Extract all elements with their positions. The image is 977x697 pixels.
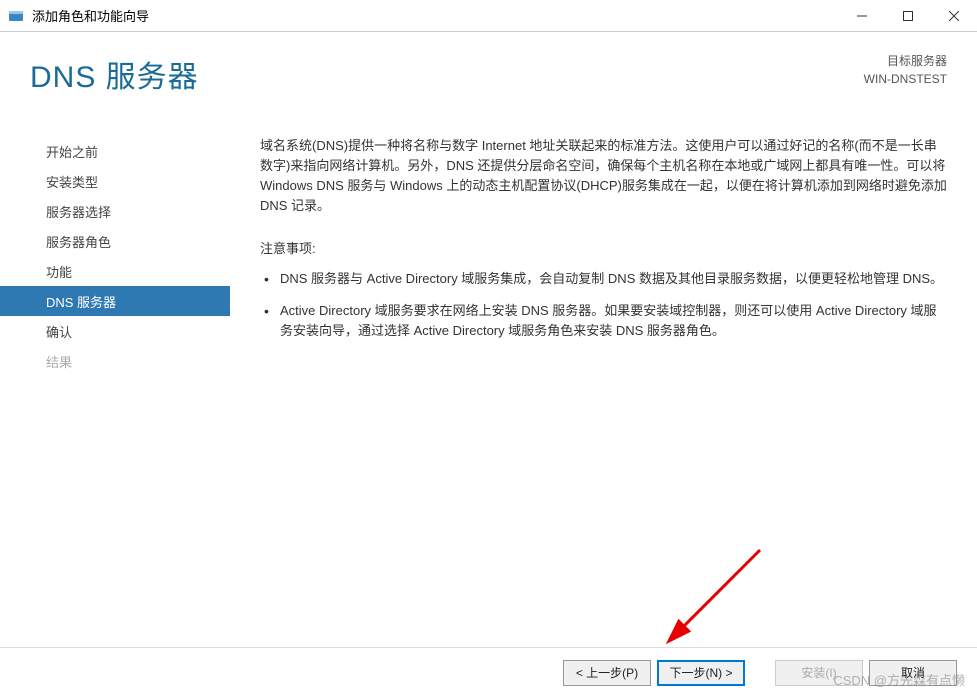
nav-confirmation[interactable]: 确认 [0, 316, 230, 346]
nav-results: 结果 [0, 346, 230, 376]
close-button[interactable] [931, 0, 977, 31]
notes-list: DNS 服务器与 Active Directory 域服务集成，会自动复制 DN… [260, 269, 947, 341]
target-server-name: WIN-DNSTEST [864, 70, 947, 88]
titlebar: 添加角色和功能向导 [0, 0, 977, 32]
next-button[interactable]: 下一步(N) > [657, 660, 745, 686]
previous-button[interactable]: < 上一步(P) [563, 660, 651, 686]
note-item: Active Directory 域服务要求在网络上安装 DNS 服务器。如果要… [264, 301, 947, 341]
cancel-button[interactable]: 取消 [869, 660, 957, 686]
nav-features[interactable]: 功能 [0, 256, 230, 286]
install-button: 安装(I) [775, 660, 863, 686]
target-server-block: 目标服务器 WIN-DNSTEST [864, 52, 947, 88]
nav-dns-server[interactable]: DNS 服务器 [0, 286, 230, 316]
nav-before-you-begin[interactable]: 开始之前 [0, 136, 230, 166]
body: 开始之前 安装类型 服务器选择 服务器角色 功能 DNS 服务器 确认 结果 域… [0, 132, 977, 647]
description-text: 域名系统(DNS)提供一种将名称与数字 Internet 地址关联起来的标准方法… [260, 136, 947, 217]
sidebar: 开始之前 安装类型 服务器选择 服务器角色 功能 DNS 服务器 确认 结果 [0, 132, 230, 647]
notes-label: 注意事项: [260, 239, 947, 259]
app-icon [8, 8, 24, 24]
note-item: DNS 服务器与 Active Directory 域服务集成，会自动复制 DN… [264, 269, 947, 289]
maximize-button[interactable] [885, 0, 931, 31]
nav-server-roles[interactable]: 服务器角色 [0, 226, 230, 256]
minimize-button[interactable] [839, 0, 885, 31]
target-label: 目标服务器 [864, 52, 947, 70]
window-title: 添加角色和功能向导 [32, 6, 839, 25]
main-content: 域名系统(DNS)提供一种将名称与数字 Internet 地址关联起来的标准方法… [230, 132, 977, 647]
footer: < 上一步(P) 下一步(N) > 安装(I) 取消 [0, 647, 977, 697]
page-title: DNS 服务器 [30, 52, 199, 96]
nav-server-selection[interactable]: 服务器选择 [0, 196, 230, 226]
nav-installation-type[interactable]: 安装类型 [0, 166, 230, 196]
window-controls [839, 0, 977, 31]
header: DNS 服务器 目标服务器 WIN-DNSTEST [0, 32, 977, 132]
